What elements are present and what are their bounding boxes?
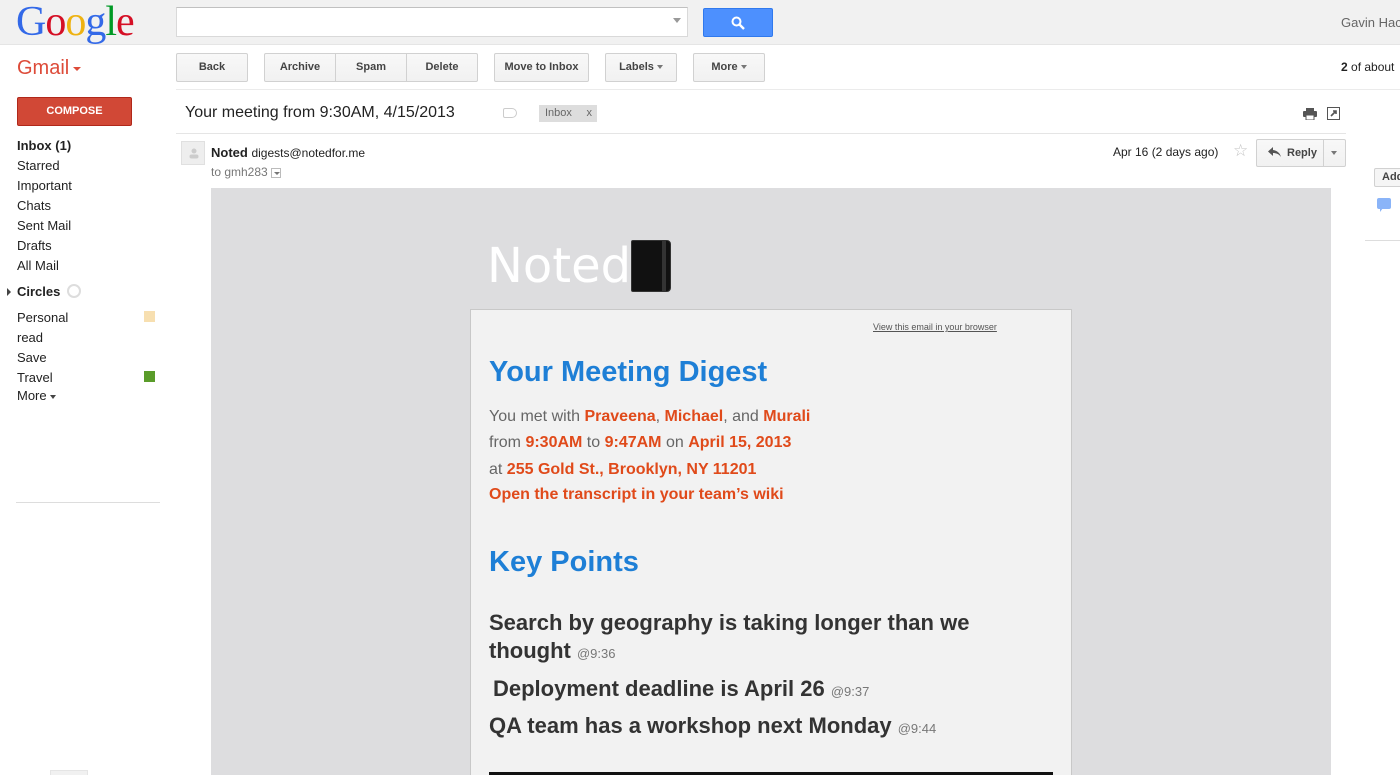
time-line: from 9:30AM to 9:47AM on April 15, 2013 bbox=[489, 434, 792, 451]
sidebar-label-travel[interactable]: Travel bbox=[17, 370, 53, 385]
google-logo[interactable]: Google bbox=[16, 0, 135, 44]
archive-button[interactable]: Archive bbox=[264, 53, 336, 82]
key-point: Deployment deadline is April 26 @9:37 bbox=[493, 676, 870, 701]
sidebar-label-save[interactable]: Save bbox=[17, 350, 47, 365]
gmail-menu[interactable]: Gmail bbox=[17, 57, 82, 80]
attendee[interactable]: Murali bbox=[763, 408, 810, 425]
sidebar-more[interactable]: More bbox=[17, 388, 56, 403]
notebook-icon bbox=[631, 240, 671, 292]
recipient: to gmh283 bbox=[211, 165, 281, 179]
search-icon bbox=[731, 16, 745, 30]
divider bbox=[176, 89, 1400, 90]
meeting-date: April 15, 2013 bbox=[688, 434, 792, 451]
person-icon bbox=[189, 148, 199, 159]
label-color-swatch[interactable] bbox=[144, 371, 155, 382]
key-point: Search by geography is taking longer tha… bbox=[489, 610, 970, 663]
expand-arrow-icon[interactable] bbox=[7, 288, 11, 296]
sender-email: digests@notedfor.me bbox=[251, 146, 366, 160]
search-options-icon[interactable] bbox=[673, 18, 681, 23]
chevron-down-icon bbox=[73, 66, 82, 71]
inbox-label-chip: Inbox x bbox=[539, 105, 597, 122]
avatar[interactable] bbox=[181, 141, 205, 165]
print-icon[interactable] bbox=[1303, 108, 1317, 120]
sidebar-item-all-mail[interactable]: All Mail bbox=[17, 258, 59, 273]
compose-button[interactable]: COMPOSE bbox=[17, 97, 132, 126]
show-details-icon[interactable] bbox=[270, 167, 281, 178]
divider bbox=[16, 502, 160, 503]
chevron-down-icon bbox=[49, 394, 56, 399]
email-body: Noted View this email in your browser Yo… bbox=[211, 188, 1331, 775]
sidebar-item-sent-mail[interactable]: Sent Mail bbox=[17, 218, 71, 233]
new-window-icon[interactable] bbox=[1327, 107, 1340, 120]
chevron-down-icon bbox=[740, 65, 747, 70]
remove-label-icon[interactable]: x bbox=[587, 105, 593, 122]
thread-subject: Your meeting from 9:30AM, 4/15/2013 bbox=[185, 104, 455, 121]
sender-name: Noted bbox=[211, 145, 248, 160]
sidebar-item-chats[interactable]: Chats bbox=[17, 198, 51, 213]
transcript-link[interactable]: Open the transcript in your team’s wiki bbox=[489, 486, 784, 504]
spam-button[interactable]: Spam bbox=[335, 53, 407, 82]
sidebar-item-circles[interactable]: Circles bbox=[17, 284, 60, 299]
attendee[interactable]: Praveena bbox=[584, 408, 655, 425]
end-time: 9:47AM bbox=[604, 434, 662, 451]
digest-card: View this email in your browser Your Mee… bbox=[470, 309, 1072, 775]
start-time: 9:30AM bbox=[525, 434, 583, 451]
reply-button[interactable]: Reply bbox=[1256, 139, 1324, 167]
divider bbox=[176, 133, 1346, 134]
account-name[interactable]: Gavin Hac bbox=[1341, 15, 1400, 30]
back-button[interactable]: Back bbox=[176, 53, 248, 82]
label-color-swatch[interactable] bbox=[144, 311, 155, 322]
sidebar-item-inbox[interactable]: Inbox (1) bbox=[17, 138, 71, 153]
divider bbox=[1365, 240, 1400, 241]
move-to-inbox-button[interactable]: Move to Inbox bbox=[494, 53, 589, 82]
sidebar-label-personal[interactable]: Personal bbox=[17, 310, 68, 325]
top-bar: Google Gavin Hac bbox=[0, 0, 1400, 45]
chat-bubble-icon[interactable] bbox=[1377, 198, 1391, 212]
search-input[interactable] bbox=[176, 7, 688, 37]
circles-icon bbox=[67, 284, 81, 298]
labels-button[interactable]: Labels bbox=[605, 53, 677, 82]
key-point: QA team has a workshop next Monday @9:44 bbox=[489, 713, 937, 738]
meeting-address[interactable]: 255 Gold St., Brooklyn, NY 11201 bbox=[507, 461, 757, 478]
chevron-down-icon bbox=[656, 65, 663, 70]
search-button[interactable] bbox=[703, 8, 773, 37]
delete-button[interactable]: Delete bbox=[406, 53, 478, 82]
sidebar-item-starred[interactable]: Starred bbox=[17, 158, 60, 173]
location-line: at 255 Gold St., Brooklyn, NY 11201 bbox=[489, 461, 757, 478]
attendee[interactable]: Michael bbox=[665, 408, 724, 425]
chat-tab[interactable] bbox=[50, 770, 88, 775]
sender[interactable]: Noted digests@notedfor.me bbox=[211, 145, 365, 160]
more-button[interactable]: More bbox=[693, 53, 765, 82]
view-in-browser-link[interactable]: View this email in your browser bbox=[873, 322, 997, 332]
pager: 2 of about bbox=[1341, 60, 1395, 74]
add-to-circles-button[interactable]: Add bbox=[1374, 168, 1400, 187]
digest-title: Your Meeting Digest bbox=[489, 356, 768, 388]
attendees-line: You met with Praveena, Michael, and Mura… bbox=[489, 408, 811, 425]
message-date: Apr 16 (2 days ago) bbox=[1113, 145, 1219, 159]
label-tag-icon[interactable] bbox=[503, 108, 517, 118]
star-icon[interactable]: ☆ bbox=[1233, 141, 1248, 161]
key-point-time: @9:37 bbox=[830, 684, 870, 699]
gmail-label: Gmail bbox=[17, 57, 70, 79]
reply-arrow-icon bbox=[1268, 147, 1281, 157]
key-points-title: Key Points bbox=[489, 546, 639, 578]
reply-more-button[interactable] bbox=[1323, 139, 1346, 167]
sidebar-item-important[interactable]: Important bbox=[17, 178, 72, 193]
noted-logo: Noted bbox=[487, 238, 632, 294]
key-point-time: @9:44 bbox=[897, 721, 937, 736]
sidebar-label-read[interactable]: read bbox=[17, 330, 43, 345]
sidebar-item-drafts[interactable]: Drafts bbox=[17, 238, 52, 253]
key-point-time: @9:36 bbox=[576, 646, 616, 661]
